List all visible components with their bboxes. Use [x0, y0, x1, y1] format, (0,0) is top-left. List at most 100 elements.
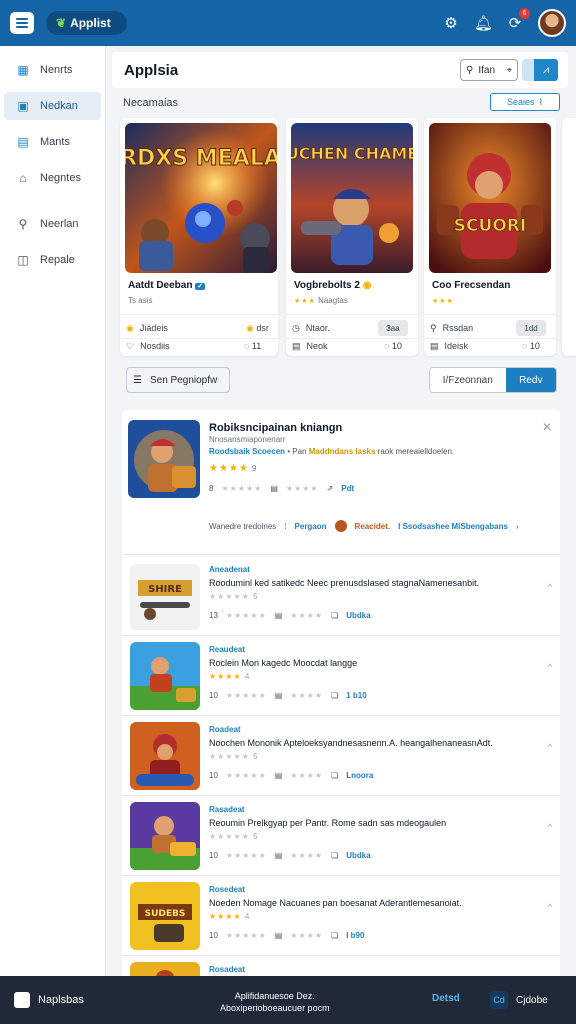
hamburger-menu-button[interactable] — [10, 12, 34, 34]
list-item[interactable]: Rosadeat — [122, 956, 560, 976]
tag-link[interactable]: I Ssodsashee MiSbengabans — [398, 522, 508, 531]
sidebar-item-label: Neerlan — [40, 218, 79, 230]
list-item[interactable]: Rasadeat Reoumin Prelkgyap per Pantr. Ro… — [122, 796, 560, 876]
list-item-action[interactable]: Lnoora — [346, 771, 373, 780]
verified-icon: ✓ — [195, 283, 206, 290]
featured-card[interactable]: SARDXS MEALARA Aatdt Deeban ✓ Ts asis ◉ … — [120, 118, 278, 356]
archive-icon: ▤ — [274, 771, 283, 780]
heart-icon: ♡ — [126, 340, 135, 351]
featured-row[interactable]: ▤ Ideisk — [430, 338, 468, 354]
brand-name: Applist — [70, 16, 111, 30]
chevron-up-icon[interactable]: ^ — [548, 742, 552, 752]
sidebar: ▦ Nenrts ▣ Nedkan ▤ Mants ⌂ Negntes ⚲ Ne… — [0, 46, 106, 976]
avatar[interactable] — [538, 9, 566, 37]
app-list: Robiksncipainan kniangn Nnosansmiaponena… — [122, 410, 560, 976]
tag-link[interactable]: Reacidet. — [355, 522, 391, 531]
list-item-subtitle: Nnosansmiaponenarr — [209, 435, 286, 444]
list-item-title: Noochen Mononik Apteloeksyandnesasnenn.A… — [209, 738, 493, 748]
archive-icon: ▤ — [270, 484, 278, 493]
filter-button[interactable]: ☰ Sen Pegniopfw — [126, 367, 230, 393]
list-item-meta: 10 ★★★★★ ▤ ★★★★ ❏ I b90 — [209, 931, 365, 940]
featured-card[interactable]: SUCHEN CHAMES Vogbrebolts 2 ◉ ★★★ Naagta… — [286, 118, 418, 356]
search-input[interactable]: ⚲ Ifan ⌖ — [460, 59, 518, 81]
search-placeholder: Ifan — [478, 64, 496, 76]
segment-option-1[interactable]: I/Fzeonnan — [430, 368, 506, 392]
page-header: Applsia ⚲ Ifan ⌖ ⩘ — [112, 52, 568, 88]
list-item-action[interactable]: Ubdka — [346, 611, 370, 620]
rating-stars: ★★★★ 4 — [209, 912, 251, 921]
archive-icon: ▤ — [274, 691, 283, 700]
list-item[interactable]: Reaudeat Roclein Mon kagedc Moocdat lang… — [122, 636, 560, 716]
sidebar-item-neerlan[interactable]: ⚲ Neerlan — [4, 210, 101, 238]
footer: Naplsbas Aplifidanuesoe Dez. Aboxiperiob… — [0, 976, 576, 1024]
list-item-action[interactable]: 1 b10 — [346, 691, 366, 700]
footer-text: Aplifidanuesoe Dez. Aboxiperioboeaucuer … — [220, 991, 330, 1013]
sidebar-item-label: Mants — [40, 136, 70, 148]
section-sort-button[interactable]: Seaies ⌇ — [490, 93, 560, 111]
notification-badge: 6 — [519, 8, 530, 19]
featured-row: ◉ Jiadeis — [126, 322, 168, 334]
list-item[interactable]: SUDEBS Rosedeat Noeden Nomage Nacuanes p… — [122, 876, 560, 956]
archive-icon: ▤ — [274, 931, 283, 940]
featured-title: Vogbrebolts 2 ◉ — [294, 280, 372, 291]
sidebar-item-repale[interactable]: ◫ Repale — [4, 246, 101, 274]
footer-link[interactable]: Detsd — [432, 993, 460, 1004]
sidebar-item-label: Repale — [40, 254, 75, 266]
chevron-up-icon[interactable]: ^ — [548, 822, 552, 832]
footer-end[interactable]: Cd Cjdobe — [490, 991, 548, 1009]
list-item-action[interactable]: Ubdka — [346, 851, 370, 860]
list-item-meta: 8 ★★★★★ ▤ ★★★★ ⇗ Pdt — [209, 484, 355, 493]
list-item-featured[interactable]: Robiksncipainan kniangn Nnosansmiaponena… — [122, 410, 560, 555]
game-cover-image: SCUORI — [429, 123, 551, 273]
tag-link[interactable]: Pergaon — [295, 522, 327, 531]
bell-icon[interactable]: 🔔︎ — [474, 14, 493, 32]
pin-icon: ⚲ — [430, 322, 437, 333]
featured-pill[interactable]: 3aa — [378, 320, 408, 336]
header-action-button[interactable]: ⩘ — [522, 59, 558, 81]
chevron-up-icon[interactable]: ^ — [548, 902, 552, 912]
share-icon: ⇗ — [326, 484, 334, 493]
featured-row[interactable]: ♡ Nosdiis — [126, 338, 170, 354]
rating-stars: ★★★★ 4 — [209, 672, 251, 681]
list-item-meta: 13 ★★★★★ ▤ ★★★★ ❏ Ubdka — [209, 611, 371, 620]
featured-card[interactable]: SCUORI Coo Frecsendan ★★★ ⚲ Rssdan 1dd ▤… — [424, 118, 556, 356]
trend-icon: ⩘ — [534, 59, 558, 81]
cover-art-title: SARDXS MEALARA — [125, 146, 277, 171]
refresh-icon[interactable]: ⟳ 6 — [506, 8, 530, 32]
list-item-action[interactable]: Pdt — [341, 484, 354, 493]
featured-card[interactable] — [562, 118, 576, 356]
sidebar-item-negntes[interactable]: ⌂ Negntes — [4, 164, 101, 192]
chevron-up-icon[interactable]: ^ — [548, 582, 552, 592]
grid-icon: ▣ — [17, 99, 29, 113]
list-icon: ▤ — [17, 135, 29, 149]
archive-icon: ▤ — [274, 851, 283, 860]
list-item[interactable]: Roadeat Noochen Mononik Apteloeksyandnes… — [122, 716, 560, 796]
featured-row[interactable]: ▤ Neok — [292, 338, 328, 354]
featured-carousel: SARDXS MEALARA Aatdt Deeban ✓ Ts asis ◉ … — [120, 118, 576, 356]
close-icon[interactable]: ✕ — [542, 420, 552, 434]
featured-pill[interactable]: 1dd — [516, 320, 546, 336]
segment-option-2[interactable]: Redv — [505, 368, 556, 392]
sidebar-item-mants[interactable]: ▤ Mants — [4, 128, 101, 156]
list-item[interactable]: SHIRE Aneadenat Rooduminl ked satikedc N… — [122, 556, 560, 636]
list-item-category: Aneadenat — [209, 565, 250, 574]
archive-icon: ▤ — [430, 340, 439, 351]
sidebar-item-nenrts[interactable]: ▦ Nenrts — [4, 56, 101, 84]
coin-icon: ◉ — [362, 280, 372, 291]
game-cover-image: SUCHEN CHAMES — [291, 123, 413, 273]
calendar-icon: ▦ — [17, 63, 29, 77]
list-item-meta: 10 ★★★★★ ▤ ★★★★ ❏ Ubdka — [209, 851, 371, 860]
list-item-tags: Wanedre tredolnes ⁞ Pergaon Reacidet. I S… — [209, 520, 519, 532]
svg-text:SHIRE: SHIRE — [148, 584, 182, 595]
settings-icon[interactable]: ⚙ — [442, 14, 460, 32]
chevron-up-icon[interactable]: ^ — [548, 662, 552, 672]
featured-rating: ★★★ Naagtas — [294, 296, 348, 305]
section-button-label: Seaies — [507, 97, 535, 107]
copy-icon: ❏ — [331, 851, 339, 860]
copy-icon: ❏ — [331, 931, 339, 940]
list-item-meta: 10 ★★★★★ ▤ ★★★★ ❏ 1 b10 — [209, 691, 367, 700]
list-item-action[interactable]: I b90 — [346, 931, 364, 940]
sidebar-item-nedkan[interactable]: ▣ Nedkan — [4, 92, 101, 120]
brand-logo[interactable]: ❦ Applist — [46, 11, 127, 35]
footer-brand[interactable]: Naplsbas — [14, 992, 84, 1008]
